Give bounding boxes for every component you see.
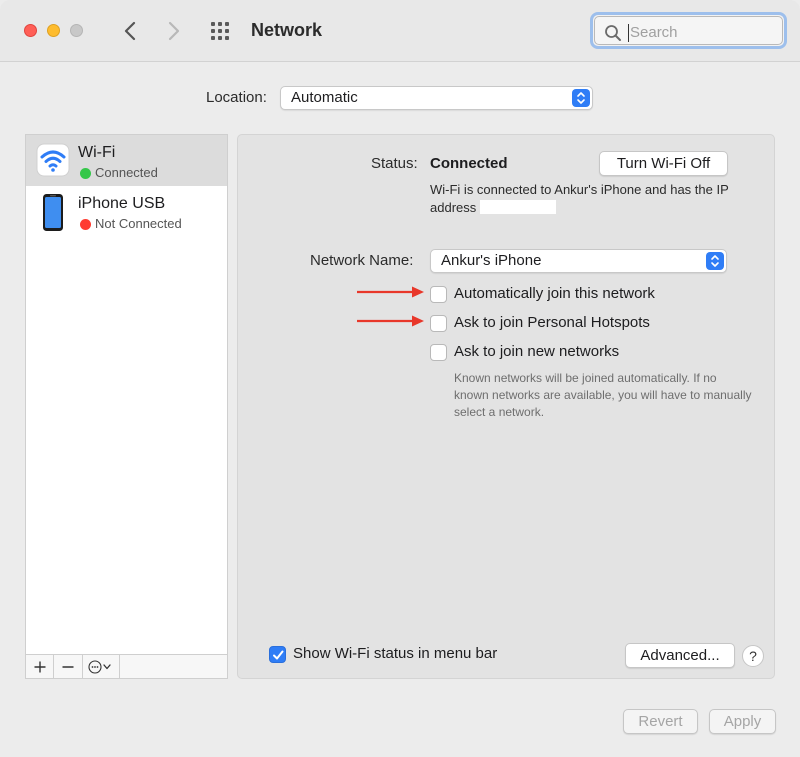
status-description-text: Wi-Fi is connected to Ankur's iPhone and… — [430, 182, 729, 215]
location-value: Automatic — [291, 89, 358, 106]
forward-button[interactable] — [162, 17, 186, 45]
service-item-wifi[interactable]: Wi-Fi Connected — [26, 135, 227, 186]
location-popup[interactable]: Automatic — [280, 86, 593, 110]
menubar-checkbox[interactable] — [269, 646, 286, 663]
status-dot-red — [80, 219, 91, 230]
text-cursor — [628, 24, 629, 42]
apply-button[interactable]: Apply — [709, 709, 776, 734]
status-description: Wi-Fi is connected to Ankur's iPhone and… — [430, 181, 730, 217]
location-label: Location: — [206, 89, 267, 106]
chevron-left-icon — [124, 21, 136, 41]
ellipsis-circle-icon — [88, 659, 111, 674]
service-list: Wi-Fi Connected iPhone USB Not Connected — [25, 134, 228, 679]
auto-join-label: Automatically join this network — [454, 285, 655, 302]
popup-stepper-icon — [706, 252, 724, 270]
chevron-right-icon — [168, 21, 180, 41]
service-item-iphone-usb[interactable]: iPhone USB Not Connected — [26, 186, 227, 237]
known-networks-hint: Known networks will be joined automatica… — [454, 371, 752, 419]
turn-wifi-off-button[interactable]: Turn Wi-Fi Off — [599, 151, 728, 176]
auto-join-checkbox[interactable] — [430, 286, 447, 303]
service-name: iPhone USB — [78, 195, 166, 212]
network-preferences-window: Network Location: Automatic — [0, 0, 800, 757]
plus-icon — [34, 661, 45, 672]
remove-service-button[interactable] — [54, 655, 83, 678]
status-value: Connected — [430, 155, 508, 172]
minimize-window-button[interactable] — [47, 24, 60, 37]
new-networks-label: Ask to join new networks — [454, 343, 620, 360]
toolbar: Network — [0, 0, 800, 62]
popup-stepper-icon — [572, 89, 590, 107]
search-icon — [605, 25, 621, 41]
search-field[interactable] — [590, 12, 787, 49]
iphone-icon — [36, 194, 70, 231]
zoom-window-button[interactable] — [70, 24, 83, 37]
annotation-arrow-icon — [357, 315, 424, 327]
checkmark-icon — [272, 650, 283, 659]
network-name-label: Network Name: — [310, 252, 414, 269]
annotation-arrow-icon — [357, 286, 424, 298]
back-button[interactable] — [118, 17, 142, 45]
network-name-popup[interactable]: Ankur's iPhone — [430, 249, 727, 273]
hotspot-checkbox[interactable] — [430, 315, 447, 332]
search-input[interactable] — [630, 21, 770, 43]
status-label: Status: — [371, 155, 418, 172]
minus-icon — [62, 665, 74, 668]
revert-button[interactable]: Revert — [623, 709, 698, 734]
advanced-button[interactable]: Advanced... — [625, 643, 735, 668]
service-list-footer — [26, 654, 227, 678]
show-all-button[interactable] — [208, 20, 234, 42]
status-dot-green — [80, 168, 91, 179]
hotspot-label: Ask to join Personal Hotspots — [454, 314, 650, 331]
new-networks-checkbox[interactable] — [430, 344, 447, 361]
menubar-label: Show Wi-Fi status in menu bar — [293, 645, 498, 662]
service-name: Wi-Fi — [78, 144, 116, 161]
close-window-button[interactable] — [24, 24, 37, 37]
ip-address-redacted — [480, 200, 557, 214]
service-status: Connected — [95, 165, 158, 180]
help-button[interactable]: ? — [742, 645, 764, 667]
wifi-icon — [36, 143, 70, 177]
service-status: Not Connected — [95, 216, 182, 231]
add-service-button[interactable] — [26, 655, 54, 678]
network-name-value: Ankur's iPhone — [441, 252, 542, 269]
action-menu-button[interactable] — [83, 655, 120, 678]
window-title: Network — [251, 20, 323, 40]
